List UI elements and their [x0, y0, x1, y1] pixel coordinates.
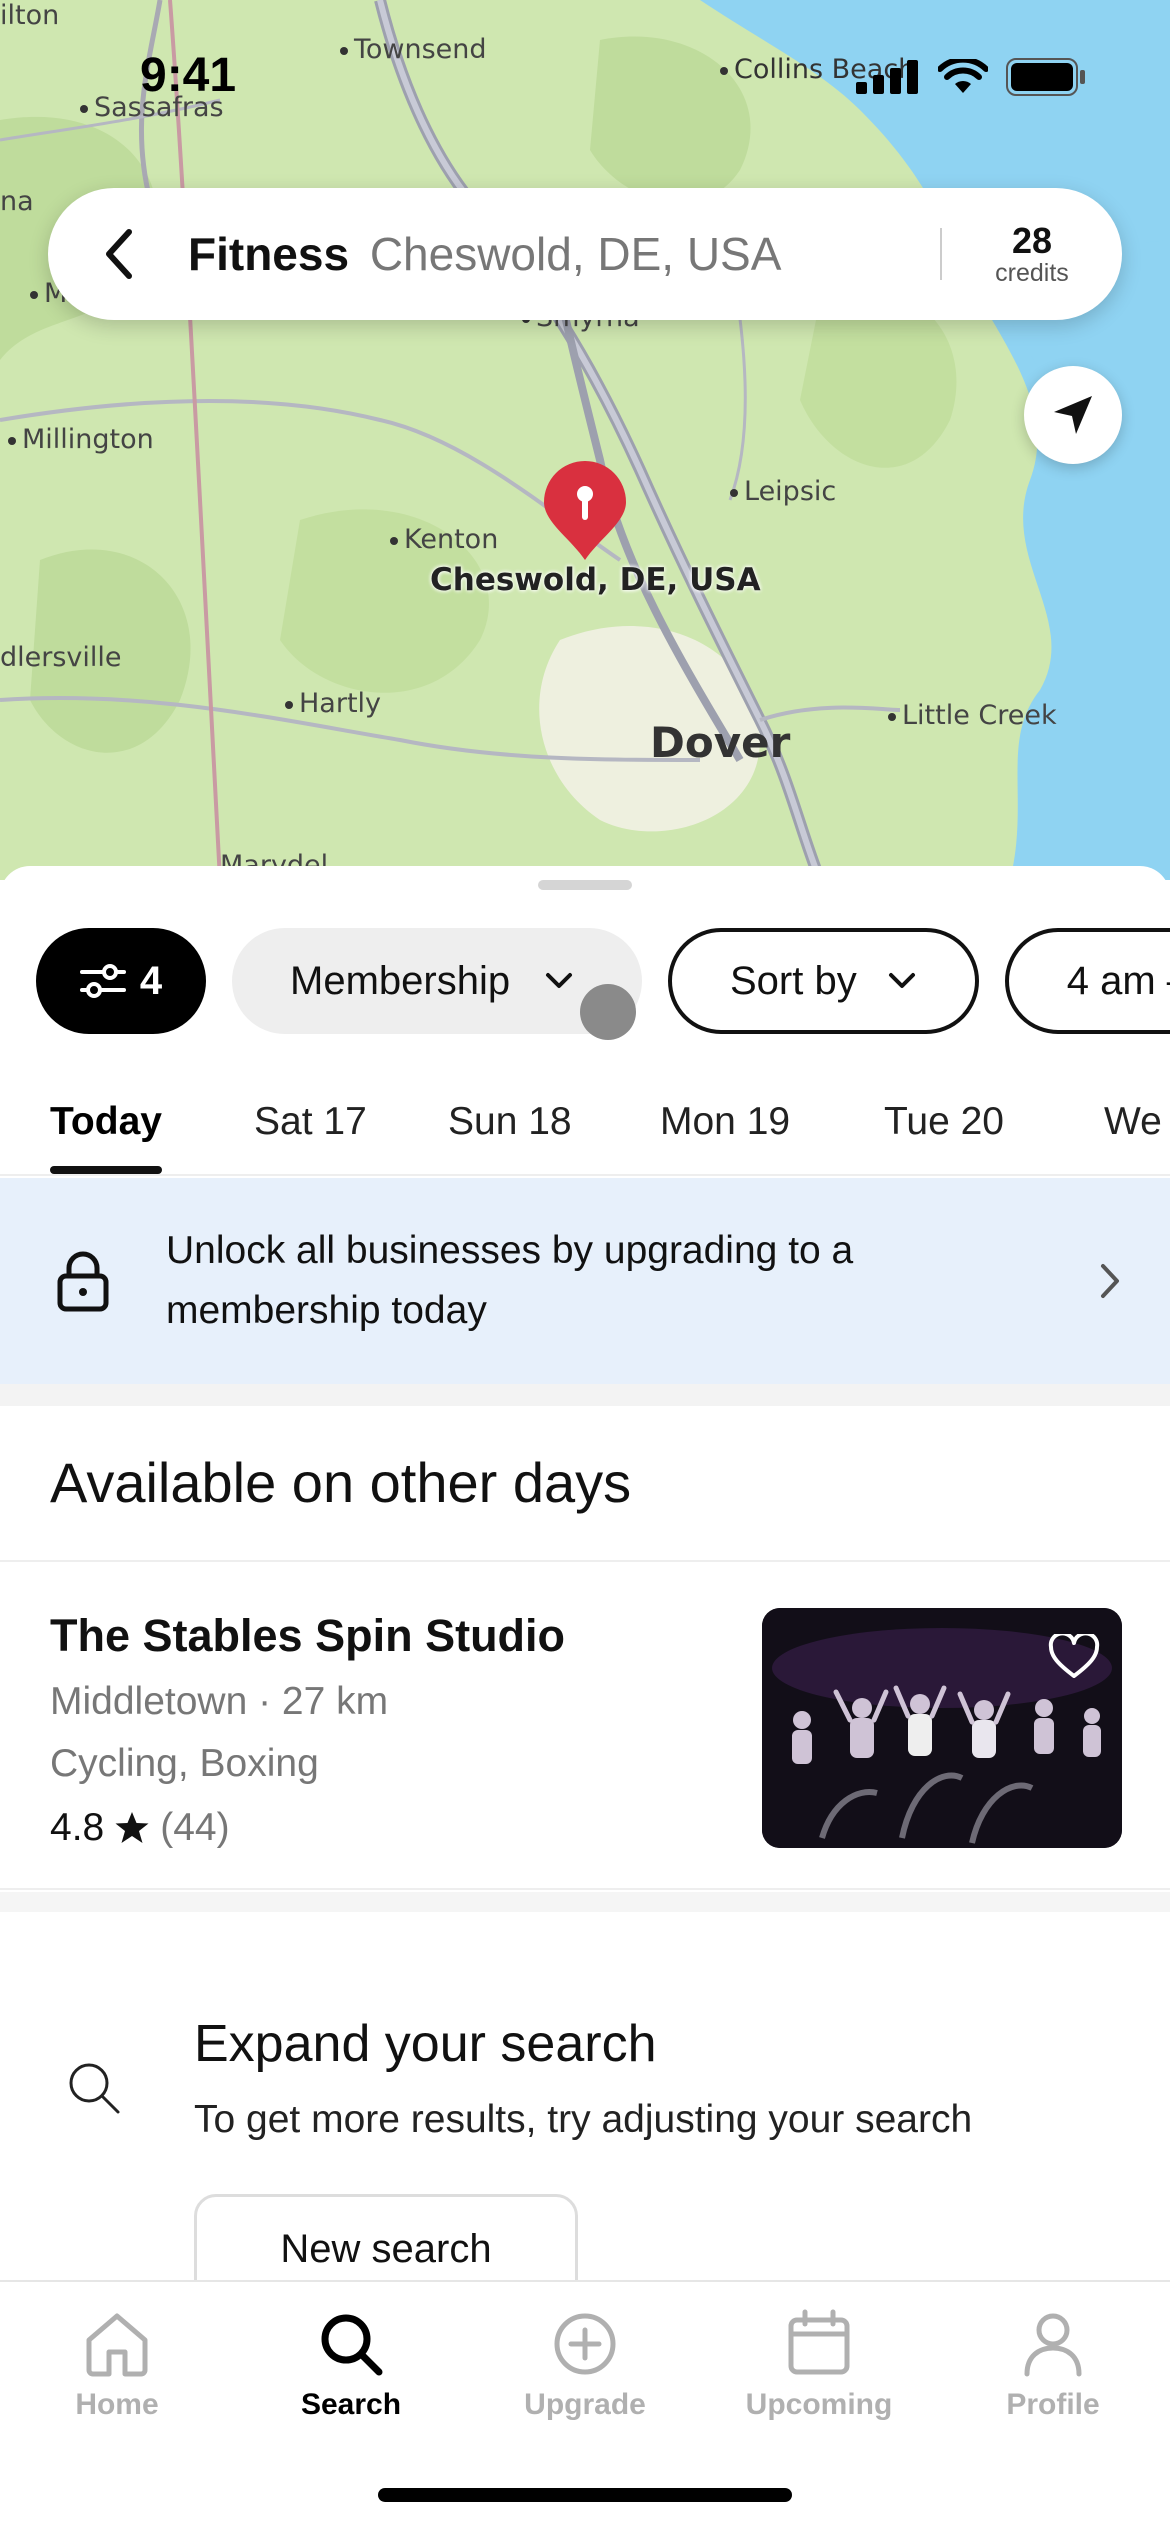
location-pin[interactable]	[540, 460, 630, 569]
map-label-millington: Millington	[8, 424, 154, 455]
heart-icon	[1048, 1631, 1100, 1678]
pin-label: Cheswold, DE, USA	[430, 562, 761, 598]
time-label: 4 am –	[1066, 958, 1170, 1003]
battery-icon	[1006, 58, 1085, 96]
sort-label: Sort by	[730, 958, 857, 1003]
search-bar[interactable]: Fitness Cheswold, DE, USA 28 credits	[48, 188, 1122, 320]
tab-label: Profile	[1006, 2388, 1100, 2421]
upgrade-banner-text: Unlock all businesses by upgrading to a …	[166, 1229, 854, 1332]
day-tab[interactable]: Sat 17	[254, 1100, 367, 1144]
listing-card[interactable]: The Stables Spin Studio Middletown · 27 …	[0, 1560, 1170, 1890]
sliders-icon	[79, 964, 126, 998]
map-label-leipsic: Leipsic	[730, 476, 836, 507]
map-label-hartly: Hartly	[285, 688, 381, 719]
map-label-little-creek: Little Creek	[888, 700, 1057, 731]
separator	[0, 1384, 1170, 1406]
filters-button[interactable]: 4	[36, 928, 206, 1034]
search-query[interactable]: Fitness Cheswold, DE, USA	[188, 227, 940, 281]
search-icon	[69, 2063, 120, 2114]
status-icons	[856, 58, 1086, 96]
tab-upcoming[interactable]: Upcoming	[702, 2308, 936, 2422]
locate-me-button[interactable]	[1024, 366, 1122, 464]
new-search-button[interactable]: New search	[194, 2194, 578, 2286]
filter-count: 4	[139, 958, 163, 1003]
membership-dropdown[interactable]: Membership	[232, 928, 642, 1040]
chevron-down-icon	[546, 973, 573, 988]
listing-photo	[762, 1608, 1122, 1848]
listing-rating: 4.8 (44)	[50, 1806, 230, 1850]
search-icon-wrap	[66, 2060, 122, 2121]
chevron-right-wrap	[1050, 1262, 1170, 1300]
listing-categories: Cycling, Boxing	[50, 1742, 319, 1785]
filter-chips: 4 Membership Sort by 4 am –	[36, 928, 1170, 1040]
map-label-dover: Dover	[650, 718, 791, 767]
tab-label: Search	[300, 2388, 402, 2421]
plus-circle-icon	[554, 2313, 616, 2375]
map-label-kenton: Kenton	[390, 524, 498, 555]
credits-badge[interactable]: 28 credits	[942, 222, 1122, 286]
map-label: ilton	[0, 0, 60, 31]
calendar-icon	[788, 2309, 850, 2375]
search-location: Cheswold, DE, USA	[369, 228, 782, 280]
home-indicator	[378, 2488, 792, 2502]
separator	[0, 1892, 1170, 1912]
credits-value: 28	[1011, 219, 1053, 261]
wifi-icon	[938, 59, 988, 93]
day-tab[interactable]: Mon 19	[660, 1100, 790, 1144]
map-label-townsend: Townsend	[340, 34, 487, 65]
favorite-button[interactable]	[1048, 1631, 1100, 1685]
map-label: dlersville	[0, 642, 122, 673]
chevron-left-icon	[106, 229, 132, 279]
day-tab[interactable]: Sun 18	[448, 1100, 572, 1144]
day-tab[interactable]: Tue 20	[884, 1100, 1004, 1144]
day-tab-today[interactable]: Today	[50, 1100, 162, 1144]
cellular-signal-icon	[856, 60, 918, 94]
lock-icon	[57, 1251, 109, 1312]
results-sheet: 4 Membership Sort by 4 am – Today Sat 17…	[0, 866, 1170, 2286]
search-icon	[321, 2314, 383, 2376]
expand-search-title: Expand your search	[194, 2015, 657, 2073]
chevron-down-icon	[888, 973, 915, 988]
status-time: 9:41	[140, 49, 237, 102]
map-background	[0, 0, 1170, 880]
review-count: (44)	[160, 1806, 230, 1849]
map-pin-icon	[544, 461, 626, 560]
rating-value: 4.8	[50, 1806, 105, 1849]
active-day-indicator	[50, 1166, 162, 1174]
tab-profile[interactable]: Profile	[936, 2308, 1170, 2422]
tab-search[interactable]: Search	[234, 2308, 468, 2422]
back-button[interactable]	[48, 188, 188, 320]
sort-dropdown[interactable]: Sort by	[668, 928, 979, 1034]
chevron-right-icon	[1101, 1264, 1119, 1298]
day-tabs: Today Sat 17 Sun 18 Mon 19 Tue 20 We	[0, 1080, 1170, 1176]
search-category: Fitness	[188, 228, 350, 280]
expand-search-subtitle: To get more results, try adjusting your …	[194, 2098, 973, 2141]
star-icon	[115, 1812, 149, 1843]
sheet-grabber[interactable]	[538, 880, 632, 890]
map-label: na	[0, 186, 34, 217]
membership-label: Membership	[290, 958, 511, 1003]
tab-home[interactable]: Home	[0, 2308, 234, 2422]
home-icon	[86, 2313, 148, 2377]
credits-label: credits	[995, 258, 1069, 287]
listing-name: The Stables Spin Studio	[50, 1610, 566, 1661]
tab-upgrade[interactable]: Upgrade	[468, 2308, 702, 2422]
profile-icon	[1024, 2313, 1082, 2377]
section-title: Available on other days	[50, 1451, 632, 1514]
day-tab[interactable]: We	[1104, 1100, 1162, 1144]
map-view[interactable]: ilton Townsend Sassafras na M Millington…	[0, 0, 1170, 880]
touch-indicator	[580, 984, 636, 1040]
time-filter-chip[interactable]: 4 am –	[1004, 928, 1170, 1034]
listing-location: Middletown · 27 km	[50, 1680, 389, 1723]
lock-icon-wrap	[0, 1250, 166, 1312]
tab-label: Upgrade	[524, 2388, 646, 2421]
upgrade-banner[interactable]: Unlock all businesses by upgrading to a …	[0, 1178, 1170, 1384]
tab-label: Upcoming	[745, 2388, 893, 2421]
navigation-arrow-icon	[1054, 396, 1092, 434]
tab-label: Home	[75, 2388, 159, 2421]
